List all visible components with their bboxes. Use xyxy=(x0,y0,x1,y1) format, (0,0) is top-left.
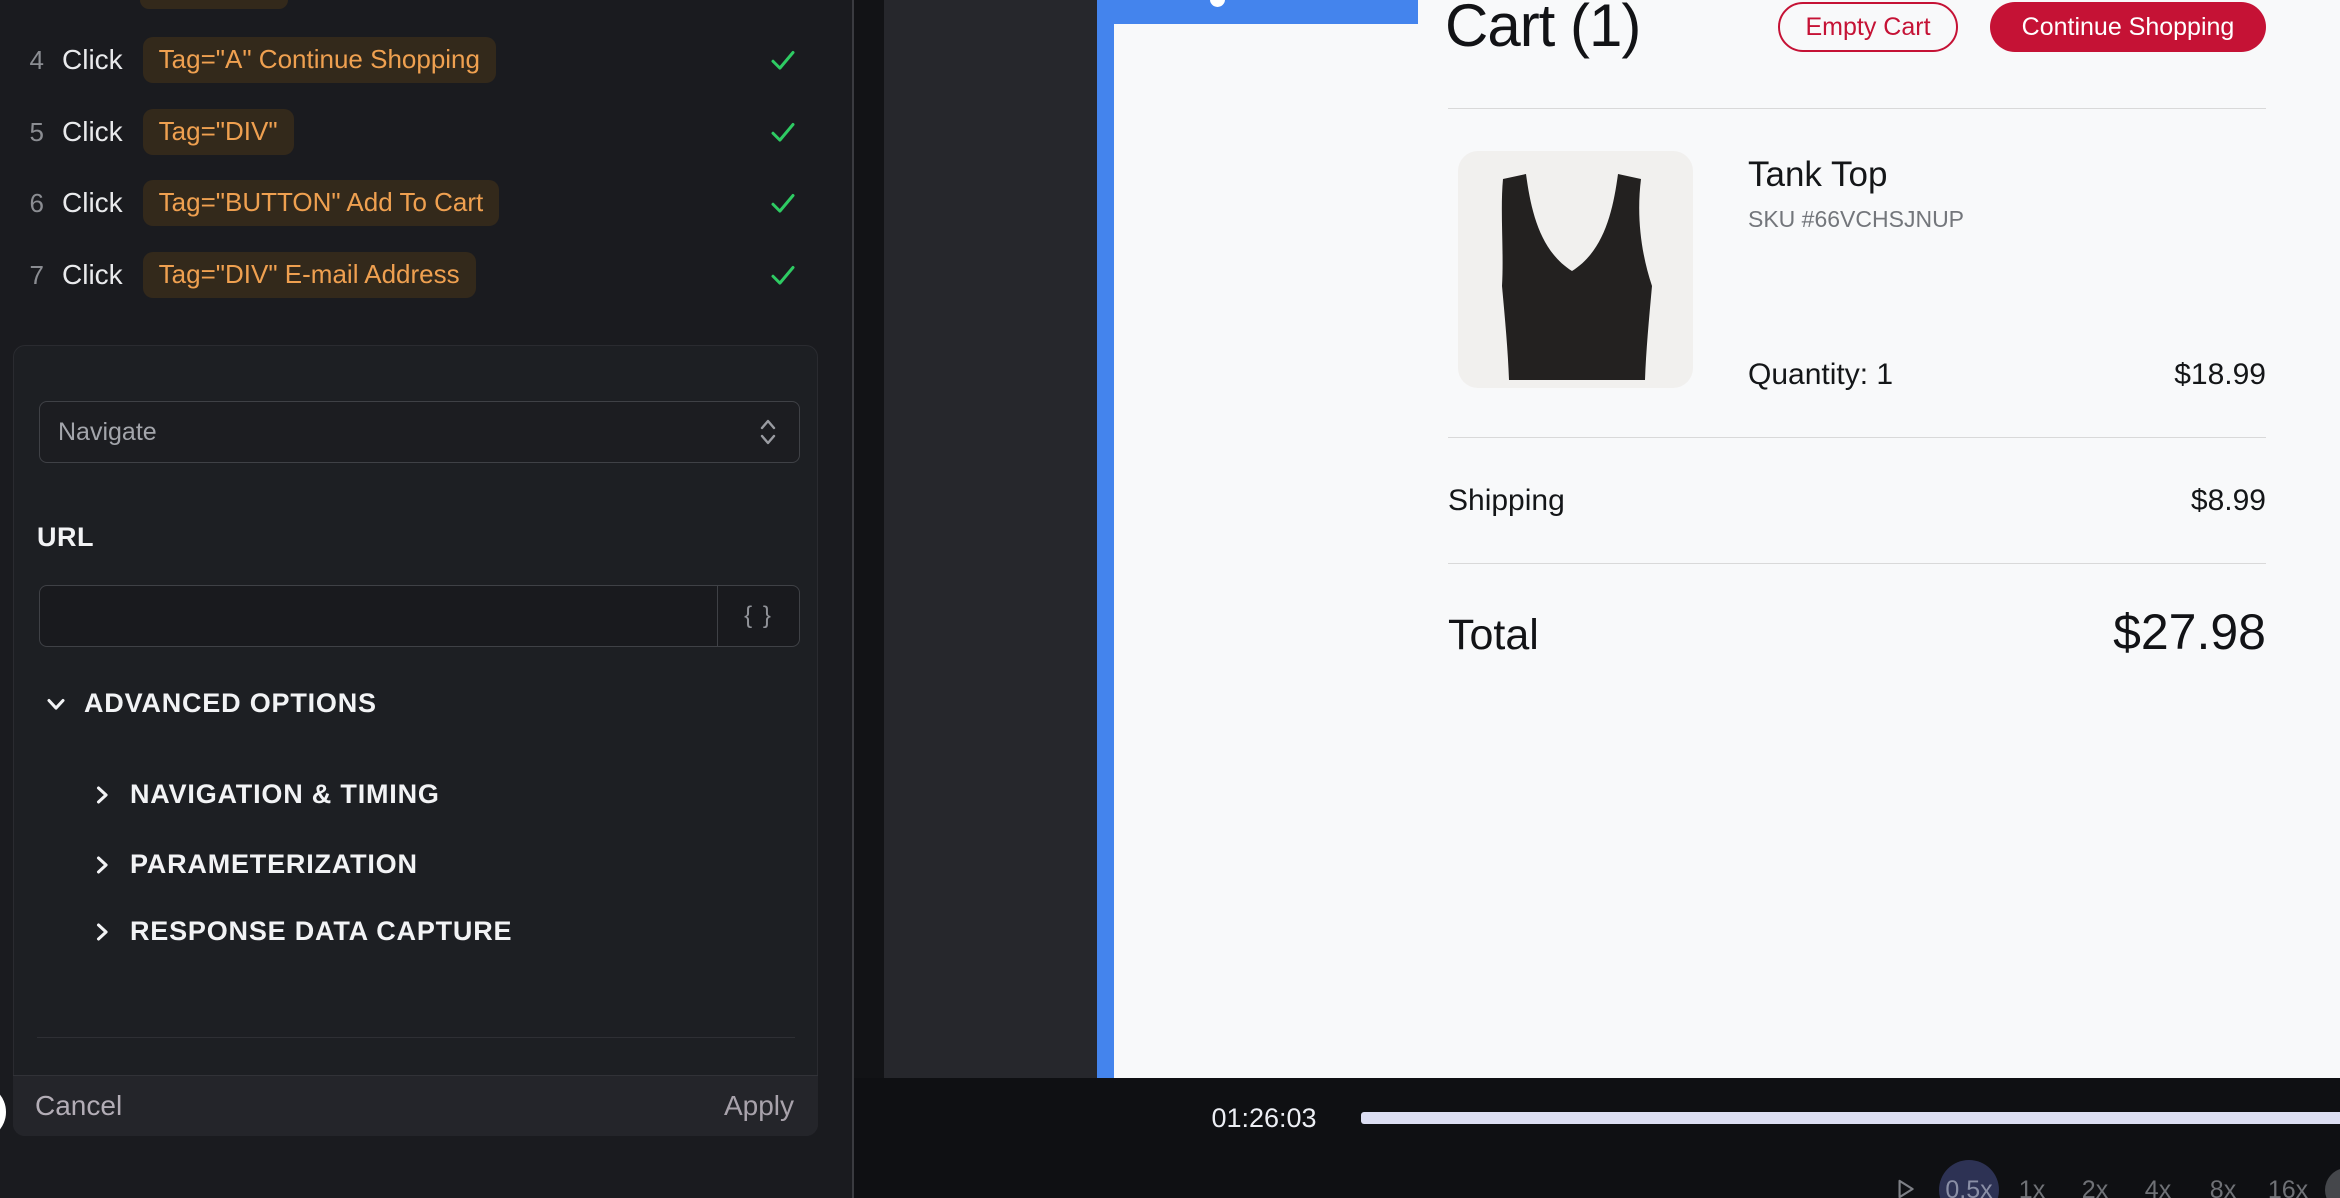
apply-button[interactable]: Apply xyxy=(724,1090,794,1122)
webpage-header-partial xyxy=(1097,0,1418,24)
shipping-label: Shipping xyxy=(1448,484,1565,518)
step-number: 5 xyxy=(0,117,44,148)
action-type-value: Navigate xyxy=(58,418,157,447)
braces-icon: { } xyxy=(744,602,773,630)
advanced-options-toggle[interactable]: ADVANCED OPTIONS xyxy=(42,688,377,719)
step-number: 6 xyxy=(0,188,44,219)
cart-divider xyxy=(1448,437,2266,438)
webpage-left-accent xyxy=(1097,0,1114,1078)
play-icon[interactable] xyxy=(1892,1176,1918,1198)
cart-divider xyxy=(1448,563,2266,564)
url-field-label: URL xyxy=(37,522,94,553)
step-success-check-icon xyxy=(768,117,798,147)
empty-cart-button[interactable]: Empty Cart xyxy=(1778,2,1958,52)
step-target-chip[interactable]: Tag="DIV" xyxy=(143,109,294,155)
step-row-5[interactable]: 5 Click Tag="DIV" xyxy=(0,110,820,154)
step-action-label: Click xyxy=(62,259,123,291)
chevron-right-icon xyxy=(88,851,116,879)
step-action-label: Click xyxy=(62,44,123,76)
total-label: Total xyxy=(1448,611,1539,660)
step-target-chip[interactable]: Tag="BUTTON" Add To Cart xyxy=(143,180,500,226)
insert-variable-button[interactable]: { } xyxy=(717,586,799,646)
step-success-check-icon xyxy=(768,188,798,218)
step-number: 7 xyxy=(0,260,44,291)
replay-progress-bar[interactable] xyxy=(1361,1112,2340,1124)
step-row-7[interactable]: 7 Click Tag="DIV" E-mail Address xyxy=(0,253,820,297)
section-label: PARAMETERIZATION xyxy=(130,849,418,880)
step-target-chip[interactable]: Tag="DIV" E-mail Address xyxy=(143,252,476,298)
select-chevrons-icon xyxy=(755,415,781,449)
app-window: 4 Click Tag="A" Continue Shopping 5 Clic… xyxy=(0,0,2340,1198)
step-success-check-icon xyxy=(768,45,798,75)
product-sku: SKU #66VCHSJNUP xyxy=(1748,206,1964,233)
section-navigation-timing[interactable]: NAVIGATION & TIMING xyxy=(88,779,440,810)
section-label: NAVIGATION & TIMING xyxy=(130,779,440,810)
section-label: RESPONSE DATA CAPTURE xyxy=(130,916,512,947)
cancel-button[interactable]: Cancel xyxy=(35,1090,122,1122)
product-image-tank-top xyxy=(1458,151,1693,388)
product-quantity: Quantity: 1 xyxy=(1748,358,1893,392)
step-success-check-icon xyxy=(768,260,798,290)
editor-footer: Cancel Apply xyxy=(13,1075,818,1136)
cart-page-title: Cart (1) xyxy=(1445,0,1640,60)
product-name: Tank Top xyxy=(1748,155,1887,195)
step-action-label: Click xyxy=(62,116,123,148)
cart-divider xyxy=(1448,108,2266,109)
speed-button-16x[interactable]: 16x xyxy=(2248,1176,2328,1198)
section-parameterization[interactable]: PARAMETERIZATION xyxy=(88,849,418,880)
url-input[interactable] xyxy=(40,586,717,646)
chevron-down-icon xyxy=(42,690,70,718)
shipping-price: $8.99 xyxy=(2066,484,2266,518)
section-response-data-capture[interactable]: RESPONSE DATA CAPTURE xyxy=(88,916,512,947)
step-row-6[interactable]: 6 Click Tag="BUTTON" Add To Cart xyxy=(0,181,820,225)
tank-top-graphic xyxy=(1458,151,1693,388)
step-editor-card xyxy=(13,345,818,1136)
advanced-options-label: ADVANCED OPTIONS xyxy=(84,688,377,719)
continue-shopping-button[interactable]: Continue Shopping xyxy=(1990,2,2266,52)
step-action-label: Click xyxy=(62,187,123,219)
step-target-chip-partial xyxy=(140,0,288,9)
edge-handle-partial[interactable] xyxy=(0,1084,6,1140)
chevron-right-icon xyxy=(88,918,116,946)
webpage-body xyxy=(1114,0,2340,1078)
card-divider xyxy=(37,1037,795,1038)
chevron-right-icon xyxy=(88,781,116,809)
gutter-strip xyxy=(854,0,884,1198)
step-row-4[interactable]: 4 Click Tag="A" Continue Shopping xyxy=(0,38,820,82)
step-target-chip[interactable]: Tag="A" Continue Shopping xyxy=(143,37,496,83)
speed-label: 0.5x xyxy=(1945,1176,1992,1198)
replay-timestamp: 01:26:03 xyxy=(1200,1103,1328,1134)
product-price: $18.99 xyxy=(2066,358,2266,392)
step-number: 4 xyxy=(0,45,44,76)
action-type-select[interactable]: Navigate xyxy=(39,401,800,463)
total-price: $27.98 xyxy=(2016,603,2266,661)
url-input-group: { } xyxy=(39,585,800,647)
